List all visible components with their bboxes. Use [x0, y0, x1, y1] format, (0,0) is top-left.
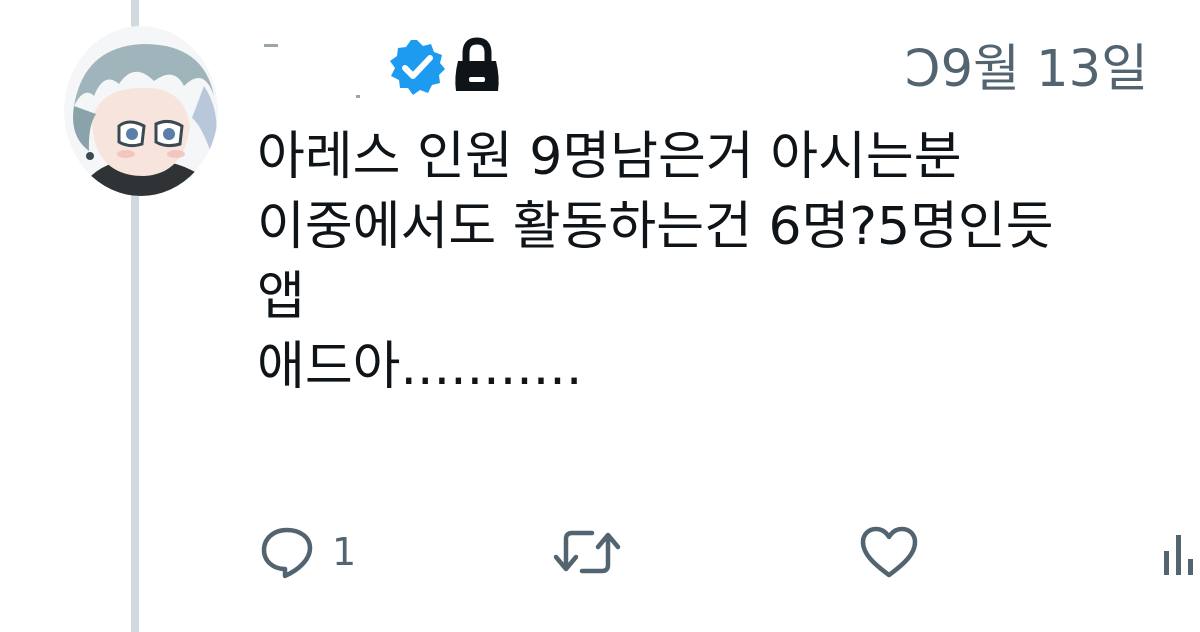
tweet-action-bar: 1 [258, 522, 1200, 582]
views-icon [1164, 535, 1193, 575]
tweet-timestamp[interactable]: Ͻ9월 13일 [905, 34, 1148, 106]
reply-button[interactable]: 1 [258, 522, 356, 582]
tweet-text-line: 아레스 인원 9명남은거 아시는분 [257, 127, 962, 187]
lock-icon [452, 37, 502, 95]
like-button[interactable] [858, 522, 920, 582]
tweet-text: 아레스 인원 9명남은거 아시는분 이중에서도 활동하는건 6명?5명인듯 앱 … [257, 122, 1187, 402]
tweet-text-line: 애드아........... [257, 337, 583, 397]
verified-badge-icon[interactable] [388, 38, 446, 96]
redacted-name-mark [264, 44, 360, 98]
avatar[interactable] [64, 26, 218, 196]
lock-shape [455, 37, 499, 91]
tweet-header: Ͻ9월 13일 [258, 34, 1178, 118]
views-button[interactable] [1160, 522, 1200, 582]
reply-count: 1 [332, 530, 357, 574]
heart-icon [860, 526, 918, 578]
retweet-icon [553, 530, 621, 574]
tweet-text-line: 앱 [257, 267, 305, 327]
verified-badge-shape [390, 40, 445, 95]
reply-icon [261, 527, 313, 579]
display-name-redacted[interactable] [258, 40, 378, 100]
avatar-illustration [64, 26, 218, 196]
tweet-text-line: 이중에서도 활동하는건 6명?5명인듯 [257, 197, 1054, 257]
tweet-page: Ͻ9월 13일 아레스 인원 9명남은거 아시는분 이중에서도 활동하는건 6명… [0, 0, 1200, 632]
retweet-button[interactable] [552, 522, 622, 582]
